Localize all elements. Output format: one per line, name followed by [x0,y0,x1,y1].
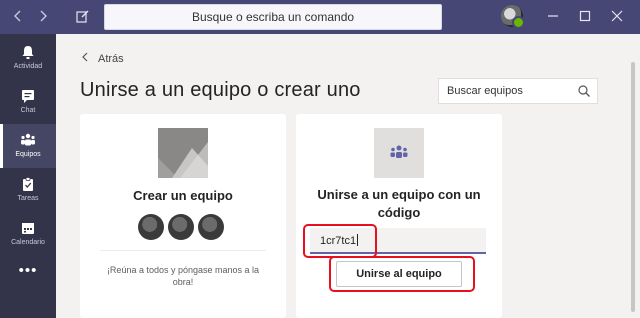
button-highlight-annotation [329,256,475,292]
create-team-card[interactable]: Crear un equipo ¡Reúna a todos y póngase… [80,114,286,318]
search-teams-input[interactable]: Buscar equipos [438,78,598,104]
teams-window: Busque o escriba un comando Actividad Ch… [0,0,640,318]
rail-item-equipos[interactable]: Equipos [0,124,56,168]
create-team-title: Crear un equipo [133,188,233,203]
compose-icon[interactable] [75,8,91,24]
code-highlight-annotation [303,224,377,258]
back-link[interactable]: Atrás [80,52,124,66]
chevron-left-icon[interactable] [10,8,26,24]
more-apps-button[interactable]: ••• [0,262,56,279]
bell-icon [20,44,36,60]
calendar-icon [20,220,36,236]
join-team-title-line1: Unirse a un equipo con un [317,187,481,202]
minimize-icon[interactable] [544,7,562,25]
join-team-title: Unirse a un equipo con un código [296,186,502,222]
rail-item-actividad[interactable]: Actividad [0,36,56,80]
maximize-icon[interactable] [576,7,594,25]
title-bar: Busque o escriba un comando [0,0,640,34]
command-placeholder: Busque o escriba un comando [191,10,355,24]
avatar [168,214,194,240]
member-avatars [138,214,228,240]
search-placeholder: Buscar equipos [447,85,523,97]
rail-label: Calendario [11,239,45,246]
scrollbar[interactable] [628,34,638,318]
rail-item-tareas[interactable]: Tareas [0,168,56,212]
avatar [198,214,224,240]
divider [100,250,266,251]
scrollbar-thumb[interactable] [631,62,635,312]
page-title: Unirse a un equipo o crear uno [80,79,361,101]
command-search-box[interactable]: Busque o escriba un comando [104,4,442,30]
chat-icon [20,88,36,104]
join-team-title-line2: código [377,205,421,220]
rail-label: Actividad [13,63,43,70]
main-content: Atrás Unirse a un equipo o crear uno Bus… [56,34,640,318]
team-image-icon [158,128,208,178]
avatar [138,214,164,240]
rail-item-chat[interactable]: Chat [0,80,56,124]
status-available-icon [512,16,525,29]
teams-icon [374,128,424,178]
close-icon[interactable] [608,7,626,25]
create-team-description: ¡Reúna a todos y póngase manos a la obra… [106,265,260,287]
teams-icon [20,132,36,148]
tasks-icon [20,176,36,192]
chevron-left-icon [80,52,92,65]
search-icon [577,84,591,98]
rail-label: Tareas [17,195,39,202]
rail-label: Chat [20,107,36,114]
chevron-right-icon[interactable] [35,8,51,24]
app-rail: Actividad Chat Equipos Tareas Calendario [0,34,56,318]
back-label: Atrás [98,53,124,65]
avatar[interactable] [501,5,525,29]
rail-item-calendario[interactable]: Calendario [0,212,56,256]
rail-label: Equipos [15,151,41,158]
